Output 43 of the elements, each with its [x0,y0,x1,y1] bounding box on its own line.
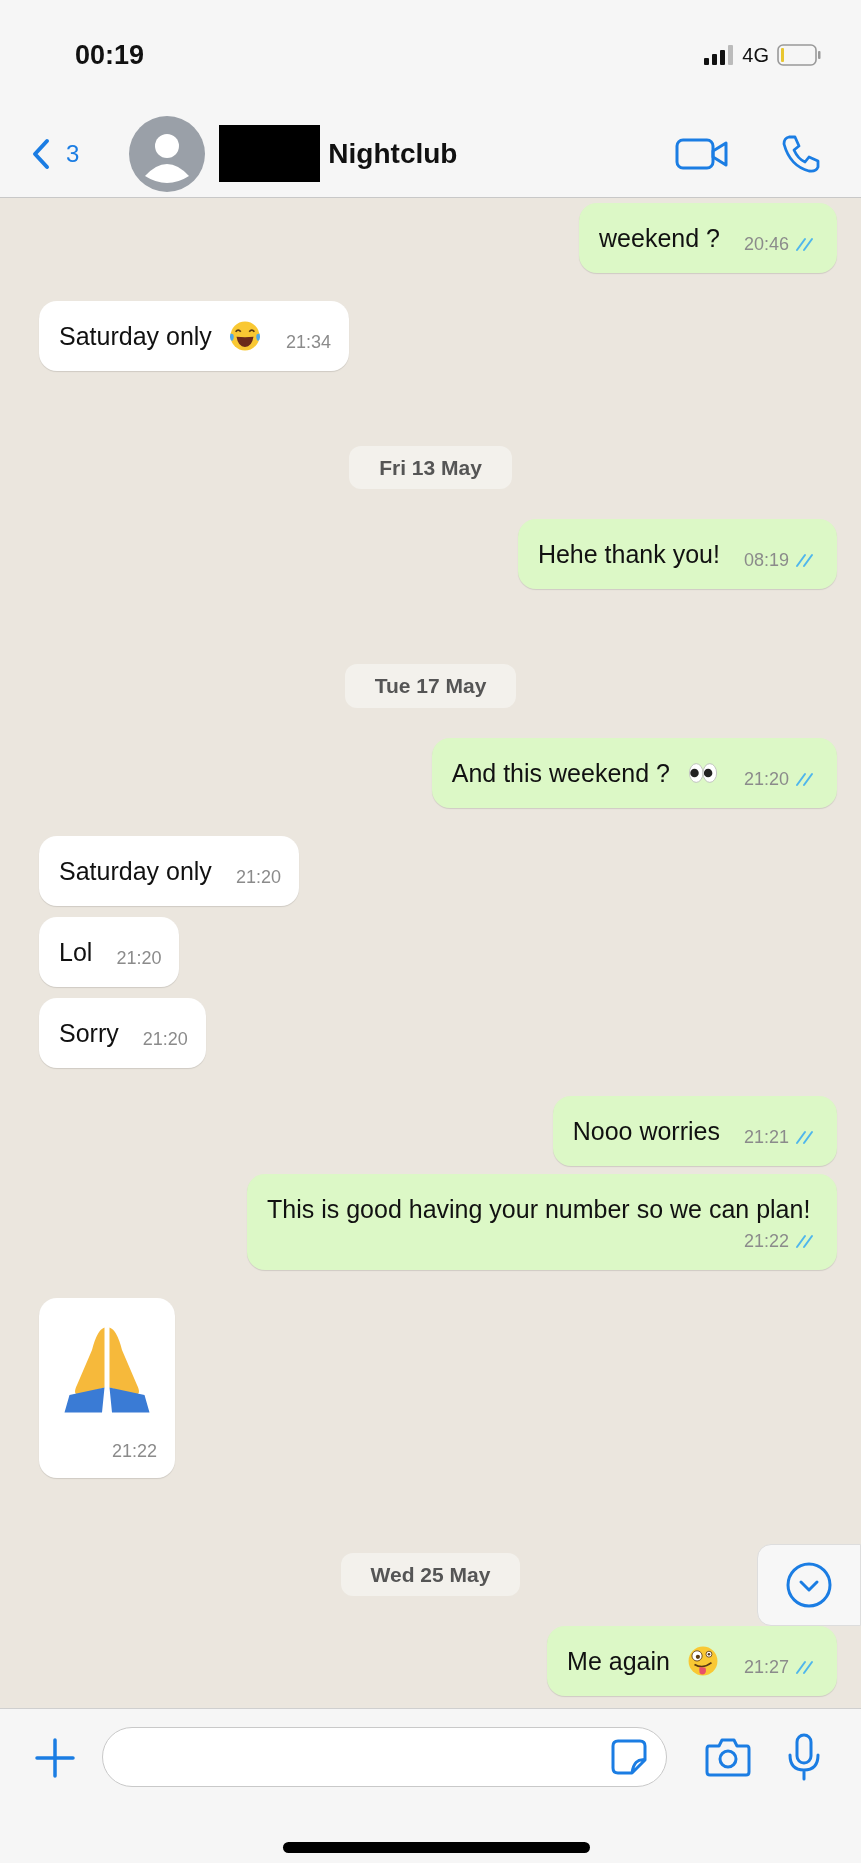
chevron-down-icon [785,1561,833,1609]
message-text: Saturday only [59,320,212,352]
message-time: 21:20 [116,946,162,970]
message-time: 21:20 [235,865,281,889]
message-time: 21:20 [142,1027,188,1051]
message-text: Lol [59,936,93,968]
signal-icon [704,45,735,65]
message-time: 21:34 [285,330,331,354]
message-time: 21:27 [743,1656,789,1679]
avatar-icon[interactable] [129,115,206,192]
attach-button[interactable] [34,1737,76,1779]
plus-icon [34,1737,76,1779]
date-label: Tue 17 May [344,664,517,708]
contact-name[interactable]: Nightclub [328,132,458,175]
battery-icon [777,44,821,66]
date-label: Wed 25 May [340,1552,521,1596]
message-time: 21:20 [743,767,789,791]
message-time: 21:22 [111,1439,157,1463]
camera-icon [705,1737,751,1777]
message-text: Nooo worries [572,1115,720,1147]
message-text: This is good having your number so we can plan! [267,1193,811,1225]
message-time: 21:22 [743,1229,789,1253]
message-time: 20:46 [743,232,789,256]
message-text: And this weekend ? [451,757,670,789]
microphone-button[interactable] [787,1733,821,1781]
status-time: 00:19 [75,38,145,72]
message-time: 21:21 [743,1125,789,1149]
date-label: Fri 13 May [349,445,512,489]
message-time: 08:19 [743,549,789,572]
message-text: Me again [567,1646,670,1677]
video-call-icon[interactable] [675,136,729,171]
message-text: Hehe thank you! [537,539,720,570]
network-label: 4G [742,43,769,68]
message-text: Sorry [59,1017,119,1049]
chevron-left-icon [32,137,50,170]
message-text: Saturday only [59,855,212,887]
message-text: weekend ? [599,222,720,254]
scroll-down-button[interactable] [757,1544,861,1626]
sticker-icon[interactable] [610,1738,648,1776]
microphone-icon [787,1733,821,1781]
phone-icon[interactable] [781,133,821,174]
back-button[interactable]: 3 [32,135,80,172]
camera-button[interactable] [705,1737,751,1777]
